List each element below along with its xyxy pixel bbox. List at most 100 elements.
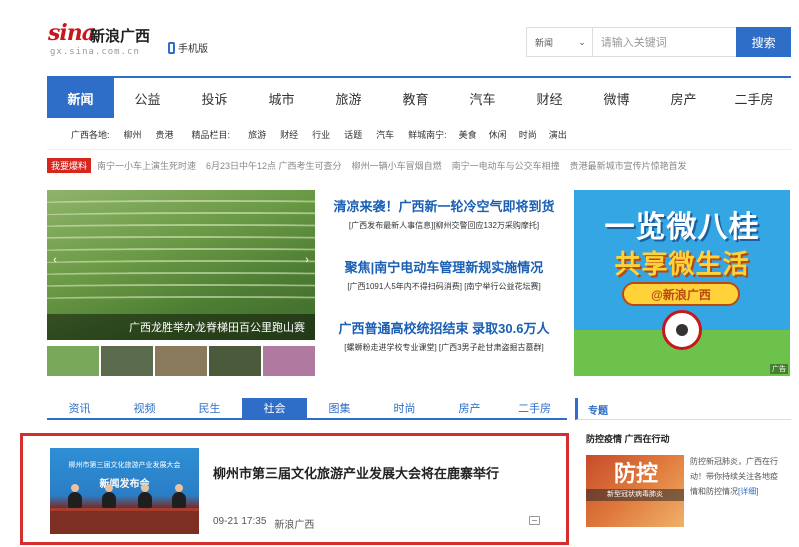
breaking-news-item[interactable]: 南宁一小车上演生死时速 bbox=[97, 159, 196, 172]
ad-tag: 广告 bbox=[770, 364, 788, 374]
subnav-fresh-show[interactable]: 演出 bbox=[549, 128, 567, 141]
site-header: sina 新浪广西 gx.sina.com.cn 手机版 新闻 ⌄ 请输入关键词… bbox=[0, 0, 799, 70]
tab-news-info[interactable]: 资讯 bbox=[47, 398, 112, 418]
topic-description-text: 防控新冠肺炎，广西在行动！带你持续关注各地疫情和防控情况 bbox=[690, 457, 778, 496]
sina-guangxi-logo[interactable]: sina 新浪广西 gx.sina.com.cn bbox=[48, 20, 158, 60]
tab-house[interactable]: 房产 bbox=[437, 398, 502, 418]
headline-title[interactable]: 清凉来袭！广西新一轮冷空气即将到货 bbox=[322, 196, 566, 215]
slide-thumbnail[interactable] bbox=[209, 346, 261, 376]
featured-article-title[interactable]: 柳州市第三届文化旅游产业发展大会将在鹿寨举行 bbox=[213, 463, 499, 482]
slide-thumbnail[interactable] bbox=[263, 346, 315, 376]
subnav-fresh-food[interactable]: 美食 bbox=[459, 128, 477, 141]
slide-thumbnail[interactable] bbox=[47, 346, 99, 376]
headline-title[interactable]: 广西普通高校统招结束 录取30.6万人 bbox=[322, 318, 566, 337]
slide-thumbnails bbox=[47, 346, 315, 376]
featured-article-meta: 09-21 17:35 新浪广西 bbox=[213, 516, 314, 531]
logo-domain: gx.sina.com.cn bbox=[50, 47, 140, 57]
subnav-region-label: 广西各地: bbox=[71, 130, 110, 140]
subnav-column-industry[interactable]: 行业 bbox=[312, 128, 330, 141]
sina-eye-mascot-icon bbox=[662, 310, 702, 350]
promo-account-pill: @新浪广西 bbox=[622, 282, 740, 306]
weibo-promo-banner[interactable]: 一览微八桂 共享微生活 @新浪广西 广告 bbox=[574, 190, 790, 376]
topic-image-strip: 新型冠状病毒肺炎 bbox=[586, 489, 684, 501]
topic-more-link[interactable]: [详细] bbox=[738, 487, 758, 496]
search-category-select[interactable]: 新闻 ⌄ bbox=[527, 28, 593, 56]
search-input[interactable]: 请输入关键词 bbox=[593, 28, 736, 56]
headline-item: 聚焦|南宁电动车管理新规实施情况 [广西1091人5年内不得扫码消费] [南宁举… bbox=[322, 257, 566, 292]
article-source: 新浪广西 bbox=[274, 520, 315, 531]
category-tabs: 资讯 视频 民生 社会 图集 时尚 房产 二手房 bbox=[47, 398, 567, 420]
nav-item-secondhand-house[interactable]: 二手房 bbox=[717, 78, 791, 118]
breaking-news-item[interactable]: 柳州一辆小车冒烟自燃 bbox=[352, 159, 442, 172]
headline-item: 清凉来袭！广西新一轮冷空气即将到货 [广西发布最新人事信息][柳州交警回应132… bbox=[322, 196, 566, 231]
breaking-news-item[interactable]: 贵港最新城市宣传片惊艳首发 bbox=[570, 159, 687, 172]
topic-image[interactable]: 防控 新型冠状病毒肺炎 bbox=[586, 455, 684, 527]
nav-item-weibo[interactable]: 微博 bbox=[583, 78, 650, 118]
subnav-region-guigang[interactable]: 贵港 bbox=[156, 128, 174, 141]
slide-next-arrow-icon[interactable]: › bbox=[302, 248, 312, 272]
featured-article-image[interactable]: 柳州市第三届文化旅游产业发展大会 新闻发布会 bbox=[50, 448, 199, 534]
mobile-version-label: 手机版 bbox=[178, 44, 208, 55]
subnav-column-auto[interactable]: 汽车 bbox=[376, 128, 394, 141]
featured-article[interactable]: 柳州市第三届文化旅游产业发展大会 新闻发布会 柳州市第三届文化旅游产业发展大会将… bbox=[20, 433, 569, 545]
promo-line-1: 一览微八桂 bbox=[604, 211, 760, 244]
slide-prev-arrow-icon[interactable]: ‹ bbox=[50, 248, 60, 272]
nav-item-city[interactable]: 城市 bbox=[248, 78, 315, 118]
mobile-phone-icon bbox=[168, 41, 175, 54]
promo-line-2: 共享微生活 bbox=[614, 249, 750, 279]
subnav-region-liuzhou[interactable]: 柳州 bbox=[124, 128, 142, 141]
tab-livelihood[interactable]: 民生 bbox=[177, 398, 242, 418]
search-category-value: 新闻 bbox=[535, 37, 554, 48]
main-nav: 新闻 公益 投诉 城市 旅游 教育 汽车 财经 微博 房产 二手房 bbox=[47, 76, 791, 118]
headline-title[interactable]: 聚焦|南宁电动车管理新规实施情况 bbox=[322, 257, 566, 276]
headline-list: 清凉来袭！广西新一轮冷空气即将到货 [广西发布最新人事信息][柳州交警回应132… bbox=[322, 190, 566, 353]
breaking-news-item[interactable]: 南宁一电动车与公交车相撞 bbox=[452, 159, 560, 172]
mobile-version-link[interactable]: 手机版 bbox=[168, 40, 208, 55]
subnav-column-finance[interactable]: 财经 bbox=[280, 128, 298, 141]
sina-logo-text: sina bbox=[48, 20, 96, 46]
tab-gallery[interactable]: 图集 bbox=[307, 398, 372, 418]
image-banner-line-1: 柳州市第三届文化旅游产业发展大会 bbox=[68, 462, 181, 469]
headline-item: 广西普通高校统招结束 录取30.6万人 [螺蛳粉走进学校专业课堂] [广西3男子… bbox=[322, 318, 566, 353]
slide-thumbnail[interactable] bbox=[155, 346, 207, 376]
topic-section-header: 专题 bbox=[575, 398, 791, 420]
sub-nav: 广西各地: 柳州 贵港 精品栏目: 旅游 财经 行业 话题 汽车 鲜城南宁: 美… bbox=[47, 120, 791, 150]
slide-caption[interactable]: 广西龙胜举办龙脊梯田百公里跑山赛 bbox=[47, 314, 315, 340]
chevron-down-icon: ⌄ bbox=[578, 37, 586, 47]
tab-secondhand-house[interactable]: 二手房 bbox=[502, 398, 567, 418]
nav-item-auto[interactable]: 汽车 bbox=[449, 78, 516, 118]
topic-section-label: 专题 bbox=[588, 406, 608, 417]
topic-title[interactable]: 防控疫情 广西在行动 bbox=[586, 432, 670, 445]
search-bar: 新闻 ⌄ 请输入关键词 搜索 bbox=[526, 27, 791, 57]
nav-item-education[interactable]: 教育 bbox=[382, 78, 449, 118]
headline-sublinks[interactable]: [螺蛳粉走进学校专业课堂] [广西3男子赴甘肃盗掘古墓群] bbox=[322, 342, 566, 353]
nav-item-travel[interactable]: 旅游 bbox=[315, 78, 382, 118]
subnav-fresh-fashion[interactable]: 时尚 bbox=[519, 128, 537, 141]
tab-society[interactable]: 社会 bbox=[242, 398, 307, 418]
breaking-news-bar: 我要爆料 南宁一小车上演生死时速 6月23日中午12点 广西考生可查分 柳州一辆… bbox=[47, 155, 791, 175]
nav-item-finance[interactable]: 财经 bbox=[516, 78, 583, 118]
report-news-badge[interactable]: 我要爆料 bbox=[47, 157, 92, 173]
breaking-news-item[interactable]: 6月23日中午12点 广西考生可查分 bbox=[206, 159, 342, 172]
tab-fashion[interactable]: 时尚 bbox=[372, 398, 437, 418]
topic-description: 防控新冠肺炎，广西在行动！带你持续关注各地疫情和防控情况[详细] bbox=[690, 454, 782, 499]
nav-item-complaint[interactable]: 投诉 bbox=[181, 78, 248, 118]
photo-slideshow[interactable]: ‹ › 广西龙胜举办龙脊梯田百公里跑山赛 bbox=[47, 190, 315, 340]
subnav-fresh-label: 鲜城南宁: bbox=[408, 130, 447, 140]
logo-city-name: 新浪广西 bbox=[90, 27, 151, 45]
subnav-column-topic[interactable]: 话题 bbox=[344, 128, 362, 141]
slide-thumbnail[interactable] bbox=[101, 346, 153, 376]
subnav-column-travel[interactable]: 旅游 bbox=[248, 128, 266, 141]
comment-icon[interactable] bbox=[529, 516, 540, 525]
article-time: 09-21 17:35 bbox=[213, 516, 267, 527]
nav-item-news[interactable]: 新闻 bbox=[47, 78, 114, 118]
headline-sublinks[interactable]: [广西1091人5年内不得扫码消费] [南宁举行公益花坛赛] bbox=[322, 281, 566, 292]
nav-item-house[interactable]: 房产 bbox=[650, 78, 717, 118]
subnav-columns-label: 精品栏目: bbox=[191, 130, 231, 140]
subnav-fresh-leisure[interactable]: 休闲 bbox=[489, 128, 507, 141]
tab-video[interactable]: 视频 bbox=[112, 398, 177, 418]
headline-sublinks[interactable]: [广西发布最新人事信息][柳州交警回应132万采购摩托] bbox=[322, 220, 566, 231]
search-button[interactable]: 搜索 bbox=[736, 27, 791, 57]
topic-image-text: 防控 bbox=[614, 461, 659, 487]
nav-item-charity[interactable]: 公益 bbox=[114, 78, 181, 118]
